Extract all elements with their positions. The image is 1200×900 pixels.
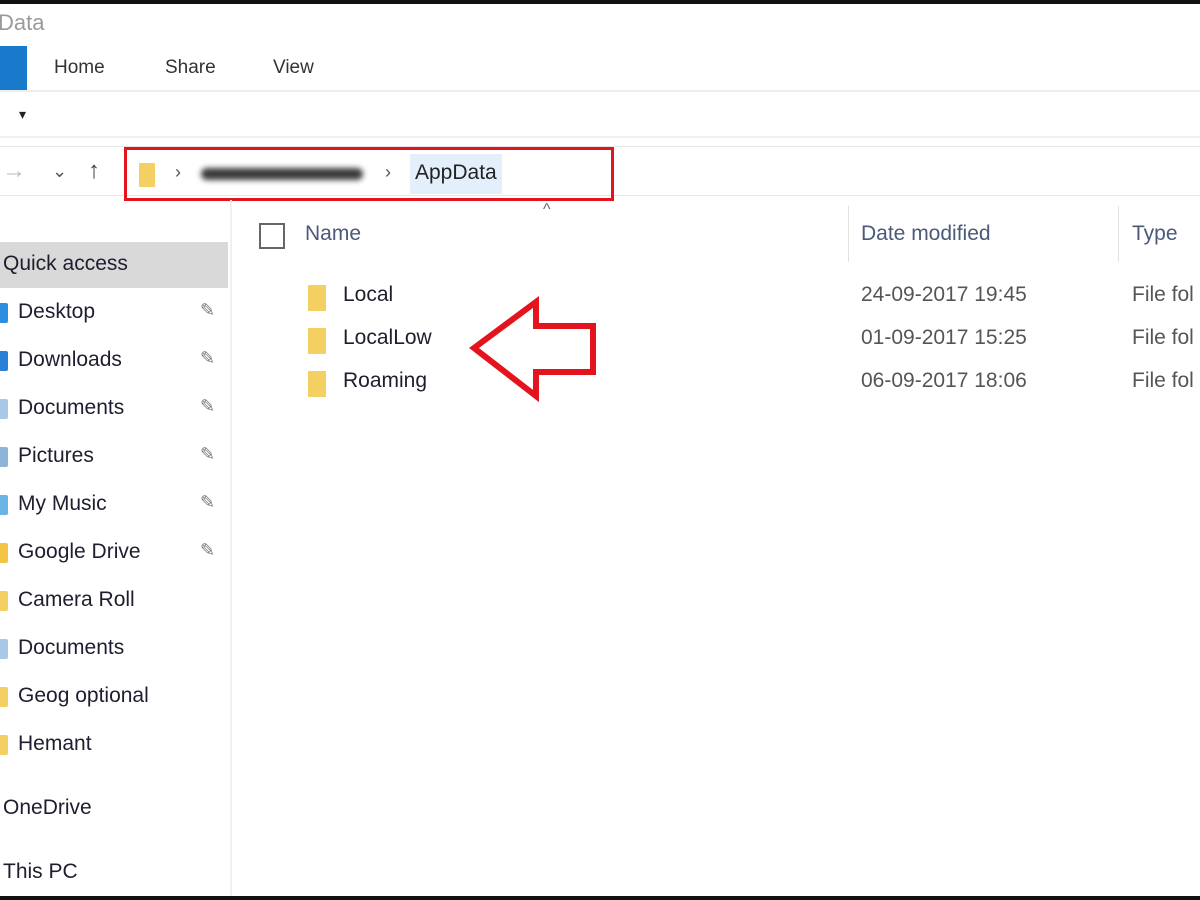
navigation-bar: → ⌄ ↑ › › AppData — [0, 146, 1200, 201]
folder-icon — [308, 285, 326, 311]
sidebar-item-label: Google Drive — [18, 540, 141, 563]
sidebar-item-this-pc[interactable]: This PC — [0, 850, 228, 896]
column-header-name[interactable]: Name — [305, 222, 361, 246]
file-date-modified: 24-09-2017 19:45 — [861, 283, 1027, 306]
file-type: File fol — [1132, 283, 1194, 306]
file-type: File fol — [1132, 326, 1194, 349]
screen-bottom-edge — [0, 896, 1200, 900]
folder-icon — [0, 591, 8, 611]
sidebar-item-label: Documents — [18, 396, 125, 419]
file-tab[interactable] — [0, 46, 27, 90]
up-arrow-icon[interactable]: ↑ — [88, 157, 100, 185]
sidebar-item-geog-optional[interactable]: Geog optional — [0, 674, 228, 720]
sort-ascending-icon: ^ — [543, 201, 551, 218]
pin-icon: ✎ — [200, 396, 216, 416]
tab-home[interactable]: Home — [54, 57, 105, 79]
navigation-pane: Quick access Desktop ✎ Downloads ✎ Docum… — [0, 200, 232, 896]
sidebar-item-label: My Music — [18, 492, 107, 515]
sidebar-item-label: Hemant — [18, 732, 92, 755]
sidebar-item-label: Desktop — [18, 300, 96, 323]
sidebar-item-documents[interactable]: Documents ✎ — [0, 386, 228, 432]
sidebar-item-label: Downloads — [18, 348, 122, 371]
breadcrumb-current[interactable]: AppData — [410, 154, 502, 194]
music-icon — [0, 495, 8, 515]
customize-toolbar-dropdown-icon[interactable]: ▾ — [19, 106, 26, 123]
recent-locations-chevron-icon[interactable]: ⌄ — [52, 161, 67, 182]
sidebar-item-label: Quick access — [3, 252, 128, 275]
file-name: Roaming — [343, 369, 428, 392]
sidebar-item-label: This PC — [3, 860, 78, 883]
downloads-icon — [0, 351, 8, 371]
folder-icon — [139, 163, 155, 187]
sidebar-item-google-drive[interactable]: Google Drive ✎ — [0, 530, 228, 576]
desktop-icon — [0, 303, 8, 323]
folder-icon — [308, 328, 326, 354]
sidebar-item-desktop[interactable]: Desktop ✎ — [0, 290, 228, 336]
documents-icon — [0, 399, 8, 419]
sidebar-item-pictures[interactable]: Pictures ✎ — [0, 434, 228, 480]
breadcrumb-separator-icon[interactable]: › — [385, 162, 391, 183]
breadcrumb-user-redacted[interactable] — [201, 168, 363, 180]
tab-share[interactable]: Share — [165, 57, 216, 79]
sidebar-item-hemant[interactable]: Hemant — [0, 722, 228, 768]
sidebar-item-camera-roll[interactable]: Camera Roll — [0, 578, 228, 624]
screen-top-edge — [0, 0, 1200, 4]
file-name: Local — [343, 283, 394, 306]
ribbon: Home Share View — [0, 44, 1200, 92]
sidebar-item-quick-access[interactable]: Quick access — [0, 242, 228, 288]
sidebar-item-downloads[interactable]: Downloads ✎ — [0, 338, 228, 384]
annotation-arrow-icon — [469, 296, 596, 403]
documents-icon — [0, 639, 8, 659]
file-type: File fol — [1132, 369, 1194, 392]
pictures-icon — [0, 447, 8, 467]
address-bar[interactable]: › › AppData — [124, 147, 614, 201]
pin-icon: ✎ — [200, 300, 216, 320]
pin-icon: ✎ — [200, 540, 216, 560]
select-all-checkbox[interactable] — [259, 223, 285, 249]
column-header-date-modified[interactable]: Date modified — [861, 222, 991, 246]
window-title: Data — [0, 10, 45, 35]
pin-icon: ✎ — [200, 348, 216, 368]
file-row-roaming[interactable]: Roaming 06-09-2017 18:06 File fol — [296, 365, 1200, 407]
sidebar-item-my-music[interactable]: My Music ✎ — [0, 482, 228, 528]
sidebar-item-label: Camera Roll — [18, 588, 135, 611]
file-date-modified: 01-09-2017 15:25 — [861, 326, 1027, 349]
forward-arrow-icon[interactable]: → — [2, 157, 26, 185]
sidebar-item-label: OneDrive — [3, 796, 92, 819]
sidebar-item-documents-2[interactable]: Documents — [0, 626, 228, 672]
sidebar-item-onedrive[interactable]: OneDrive — [0, 786, 228, 832]
pin-icon: ✎ — [200, 492, 216, 512]
file-name: LocalLow — [343, 326, 432, 349]
file-row-local[interactable]: Local 24-09-2017 19:45 File fol — [296, 279, 1200, 321]
column-header-type[interactable]: Type — [1132, 222, 1178, 246]
file-date-modified: 06-09-2017 18:06 — [861, 369, 1027, 392]
sidebar-item-label: Documents — [18, 636, 125, 659]
pin-icon: ✎ — [200, 444, 216, 464]
breadcrumb-separator-icon[interactable]: › — [175, 162, 181, 183]
folder-icon — [0, 687, 8, 707]
sidebar-item-label: Pictures — [18, 444, 94, 467]
google-drive-icon — [0, 543, 8, 563]
quick-access-toolbar: ▾ — [0, 94, 1200, 138]
column-divider[interactable] — [1118, 206, 1119, 262]
file-row-locallow[interactable]: LocalLow 01-09-2017 15:25 File fol — [296, 322, 1200, 364]
folder-icon — [308, 371, 326, 397]
tab-view[interactable]: View — [273, 57, 314, 79]
folder-icon — [0, 735, 8, 755]
sidebar-item-label: Geog optional — [18, 684, 149, 707]
column-divider[interactable] — [848, 206, 849, 262]
